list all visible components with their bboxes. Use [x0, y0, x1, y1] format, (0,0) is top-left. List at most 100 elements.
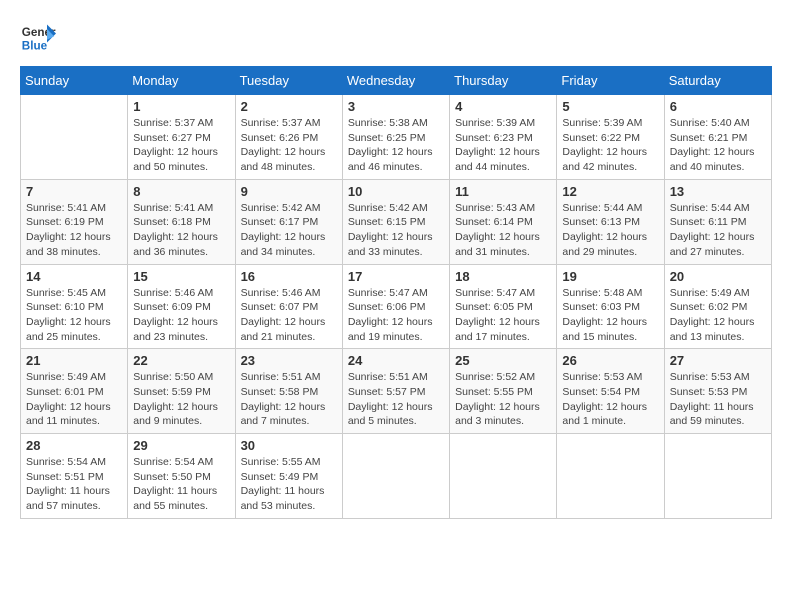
- day-number: 10: [348, 184, 444, 199]
- calendar-cell: [557, 434, 664, 519]
- day-number: 28: [26, 438, 122, 453]
- calendar-table: SundayMondayTuesdayWednesdayThursdayFrid…: [20, 66, 772, 519]
- calendar-week-row: 1 Sunrise: 5:37 AM Sunset: 6:27 PM Daylig…: [21, 95, 772, 180]
- day-number: 13: [670, 184, 766, 199]
- day-info: Sunrise: 5:44 AM Sunset: 6:13 PM Dayligh…: [562, 201, 658, 260]
- day-number: 18: [455, 269, 551, 284]
- calendar-cell: 23 Sunrise: 5:51 AM Sunset: 5:58 PM Dayli…: [235, 349, 342, 434]
- day-number: 24: [348, 353, 444, 368]
- day-info: Sunrise: 5:43 AM Sunset: 6:14 PM Dayligh…: [455, 201, 551, 260]
- calendar-week-row: 28 Sunrise: 5:54 AM Sunset: 5:51 PM Dayli…: [21, 434, 772, 519]
- day-info: Sunrise: 5:54 AM Sunset: 5:50 PM Dayligh…: [133, 455, 229, 514]
- day-number: 7: [26, 184, 122, 199]
- calendar-cell: 14Sunrise: 5:45 AM Sunset: 6:10 PM Dayli…: [21, 264, 128, 349]
- calendar-cell: [450, 434, 557, 519]
- day-info: Sunrise: 5:46 AM Sunset: 6:09 PM Dayligh…: [133, 286, 229, 345]
- day-info: Sunrise: 5:53 AM Sunset: 5:54 PM Dayligh…: [562, 370, 658, 429]
- calendar-cell: 1 Sunrise: 5:37 AM Sunset: 6:27 PM Daylig…: [128, 95, 235, 180]
- day-number: 16: [241, 269, 337, 284]
- calendar-cell: 16 Sunrise: 5:46 AM Sunset: 6:07 PM Dayli…: [235, 264, 342, 349]
- day-number: 8: [133, 184, 229, 199]
- day-header-saturday: Saturday: [664, 67, 771, 95]
- calendar-header-row: SundayMondayTuesdayWednesdayThursdayFrid…: [21, 67, 772, 95]
- day-number: 19: [562, 269, 658, 284]
- day-number: 30: [241, 438, 337, 453]
- calendar-cell: 28 Sunrise: 5:54 AM Sunset: 5:51 PM Dayli…: [21, 434, 128, 519]
- calendar-cell: 27Sunrise: 5:53 AM Sunset: 5:53 PM Dayli…: [664, 349, 771, 434]
- calendar-cell: 13 Sunrise: 5:44 AM Sunset: 6:11 PM Dayli…: [664, 179, 771, 264]
- day-info: Sunrise: 5:53 AM Sunset: 5:53 PM Dayligh…: [670, 370, 766, 429]
- day-info: Sunrise: 5:44 AM Sunset: 6:11 PM Dayligh…: [670, 201, 766, 260]
- day-number: 17: [348, 269, 444, 284]
- calendar-cell: 30 Sunrise: 5:55 AM Sunset: 5:49 PM Dayli…: [235, 434, 342, 519]
- day-number: 15: [133, 269, 229, 284]
- day-number: 11: [455, 184, 551, 199]
- calendar-cell: 18 Sunrise: 5:47 AM Sunset: 6:05 PM Dayli…: [450, 264, 557, 349]
- day-info: Sunrise: 5:51 AM Sunset: 5:58 PM Dayligh…: [241, 370, 337, 429]
- calendar-cell: 21 Sunrise: 5:49 AM Sunset: 6:01 PM Dayli…: [21, 349, 128, 434]
- day-number: 12: [562, 184, 658, 199]
- day-info: Sunrise: 5:51 AM Sunset: 5:57 PM Dayligh…: [348, 370, 444, 429]
- calendar-cell: 24 Sunrise: 5:51 AM Sunset: 5:57 PM Dayli…: [342, 349, 449, 434]
- calendar-cell: 9 Sunrise: 5:42 AM Sunset: 6:17 PM Daylig…: [235, 179, 342, 264]
- day-number: 2: [241, 99, 337, 114]
- day-info: Sunrise: 5:41 AM Sunset: 6:18 PM Dayligh…: [133, 201, 229, 260]
- day-number: 9: [241, 184, 337, 199]
- day-header-tuesday: Tuesday: [235, 67, 342, 95]
- day-info: Sunrise: 5:54 AM Sunset: 5:51 PM Dayligh…: [26, 455, 122, 514]
- calendar-cell: 10 Sunrise: 5:42 AM Sunset: 6:15 PM Dayli…: [342, 179, 449, 264]
- calendar-cell: [342, 434, 449, 519]
- calendar-cell: 2 Sunrise: 5:37 AM Sunset: 6:26 PM Daylig…: [235, 95, 342, 180]
- day-info: Sunrise: 5:55 AM Sunset: 5:49 PM Dayligh…: [241, 455, 337, 514]
- page-header: General Blue: [20, 20, 772, 56]
- day-info: Sunrise: 5:37 AM Sunset: 6:27 PM Dayligh…: [133, 116, 229, 175]
- calendar-cell: 7 Sunrise: 5:41 AM Sunset: 6:19 PM Daylig…: [21, 179, 128, 264]
- calendar-cell: 22Sunrise: 5:50 AM Sunset: 5:59 PM Dayli…: [128, 349, 235, 434]
- day-info: Sunrise: 5:40 AM Sunset: 6:21 PM Dayligh…: [670, 116, 766, 175]
- day-info: Sunrise: 5:38 AM Sunset: 6:25 PM Dayligh…: [348, 116, 444, 175]
- logo-icon: General Blue: [20, 20, 56, 56]
- day-number: 14: [26, 269, 122, 284]
- calendar-cell: 26 Sunrise: 5:53 AM Sunset: 5:54 PM Dayli…: [557, 349, 664, 434]
- calendar-cell: 5Sunrise: 5:39 AM Sunset: 6:22 PM Daylig…: [557, 95, 664, 180]
- day-header-friday: Friday: [557, 67, 664, 95]
- day-info: Sunrise: 5:47 AM Sunset: 6:05 PM Dayligh…: [455, 286, 551, 345]
- day-info: Sunrise: 5:46 AM Sunset: 6:07 PM Dayligh…: [241, 286, 337, 345]
- calendar-cell: 12 Sunrise: 5:44 AM Sunset: 6:13 PM Dayli…: [557, 179, 664, 264]
- day-number: 1: [133, 99, 229, 114]
- calendar-cell: 3 Sunrise: 5:38 AM Sunset: 6:25 PM Daylig…: [342, 95, 449, 180]
- day-info: Sunrise: 5:37 AM Sunset: 6:26 PM Dayligh…: [241, 116, 337, 175]
- day-number: 29: [133, 438, 229, 453]
- day-header-thursday: Thursday: [450, 67, 557, 95]
- svg-text:Blue: Blue: [22, 40, 48, 53]
- day-info: Sunrise: 5:41 AM Sunset: 6:19 PM Dayligh…: [26, 201, 122, 260]
- day-number: 25: [455, 353, 551, 368]
- day-header-wednesday: Wednesday: [342, 67, 449, 95]
- day-number: 6: [670, 99, 766, 114]
- day-header-sunday: Sunday: [21, 67, 128, 95]
- calendar-cell: 15 Sunrise: 5:46 AM Sunset: 6:09 PM Dayli…: [128, 264, 235, 349]
- day-number: 21: [26, 353, 122, 368]
- calendar-cell: 20Sunrise: 5:49 AM Sunset: 6:02 PM Dayli…: [664, 264, 771, 349]
- day-info: Sunrise: 5:42 AM Sunset: 6:17 PM Dayligh…: [241, 201, 337, 260]
- day-number: 4: [455, 99, 551, 114]
- day-info: Sunrise: 5:49 AM Sunset: 6:01 PM Dayligh…: [26, 370, 122, 429]
- logo: General Blue: [20, 20, 56, 56]
- day-info: Sunrise: 5:52 AM Sunset: 5:55 PM Dayligh…: [455, 370, 551, 429]
- day-info: Sunrise: 5:42 AM Sunset: 6:15 PM Dayligh…: [348, 201, 444, 260]
- calendar-cell: 8 Sunrise: 5:41 AM Sunset: 6:18 PM Daylig…: [128, 179, 235, 264]
- calendar-cell: 19 Sunrise: 5:48 AM Sunset: 6:03 PM Dayli…: [557, 264, 664, 349]
- day-number: 22: [133, 353, 229, 368]
- calendar-cell: 11 Sunrise: 5:43 AM Sunset: 6:14 PM Dayli…: [450, 179, 557, 264]
- day-info: Sunrise: 5:47 AM Sunset: 6:06 PM Dayligh…: [348, 286, 444, 345]
- day-number: 26: [562, 353, 658, 368]
- calendar-cell: 17 Sunrise: 5:47 AM Sunset: 6:06 PM Dayli…: [342, 264, 449, 349]
- day-number: 23: [241, 353, 337, 368]
- day-number: 3: [348, 99, 444, 114]
- calendar-week-row: 14Sunrise: 5:45 AM Sunset: 6:10 PM Dayli…: [21, 264, 772, 349]
- day-header-monday: Monday: [128, 67, 235, 95]
- day-info: Sunrise: 5:48 AM Sunset: 6:03 PM Dayligh…: [562, 286, 658, 345]
- calendar-cell: [664, 434, 771, 519]
- calendar-cell: 25 Sunrise: 5:52 AM Sunset: 5:55 PM Dayli…: [450, 349, 557, 434]
- calendar-cell: [21, 95, 128, 180]
